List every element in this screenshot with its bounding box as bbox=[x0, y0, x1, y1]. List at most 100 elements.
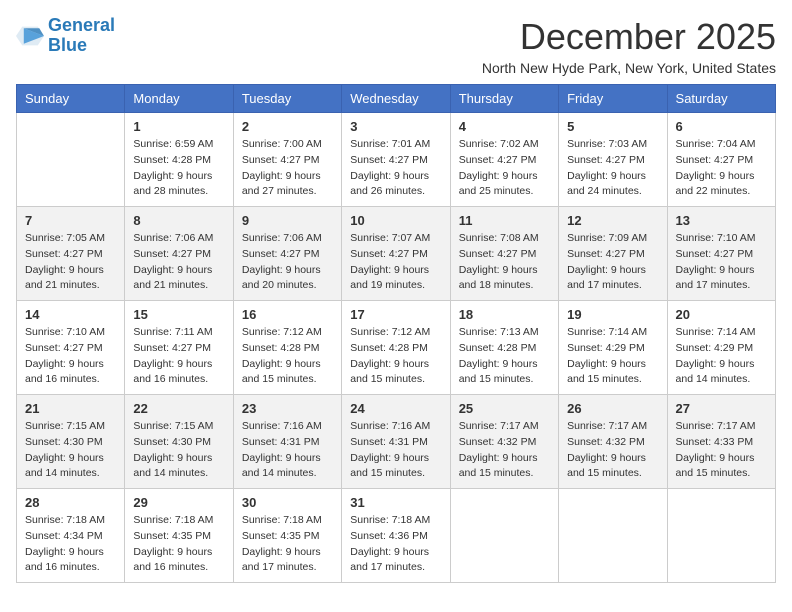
day-number: 19 bbox=[567, 307, 658, 322]
calendar-cell bbox=[667, 489, 775, 583]
day-number: 17 bbox=[350, 307, 441, 322]
calendar-cell: 3 Sunrise: 7:01 AMSunset: 4:27 PMDaylight… bbox=[342, 113, 450, 207]
day-number: 6 bbox=[676, 119, 767, 134]
title-block: December 2025 North New Hyde Park, New Y… bbox=[482, 16, 776, 76]
day-info: Sunrise: 7:04 AMSunset: 4:27 PMDaylight:… bbox=[676, 137, 767, 200]
calendar-cell: 24 Sunrise: 7:16 AMSunset: 4:31 PMDayligh… bbox=[342, 395, 450, 489]
day-info: Sunrise: 7:18 AMSunset: 4:35 PMDaylight:… bbox=[242, 513, 333, 576]
day-info: Sunrise: 7:15 AMSunset: 4:30 PMDaylight:… bbox=[25, 419, 116, 482]
day-number: 8 bbox=[133, 213, 224, 228]
calendar-cell: 5 Sunrise: 7:03 AMSunset: 4:27 PMDaylight… bbox=[559, 113, 667, 207]
calendar-table: SundayMondayTuesdayWednesdayThursdayFrid… bbox=[16, 84, 776, 583]
day-info: Sunrise: 7:17 AMSunset: 4:33 PMDaylight:… bbox=[676, 419, 767, 482]
day-number: 30 bbox=[242, 495, 333, 510]
day-info: Sunrise: 7:01 AMSunset: 4:27 PMDaylight:… bbox=[350, 137, 441, 200]
page-header: General Blue December 2025 North New Hyd… bbox=[16, 16, 776, 76]
day-info: Sunrise: 7:06 AMSunset: 4:27 PMDaylight:… bbox=[133, 231, 224, 294]
calendar-cell bbox=[450, 489, 558, 583]
day-info: Sunrise: 7:14 AMSunset: 4:29 PMDaylight:… bbox=[676, 325, 767, 388]
day-number: 26 bbox=[567, 401, 658, 416]
calendar-cell: 10Sunrise: 7:07 AMSunset: 4:27 PMDayligh… bbox=[342, 207, 450, 301]
day-number: 20 bbox=[676, 307, 767, 322]
calendar-cell: 13Sunrise: 7:10 AMSunset: 4:27 PMDayligh… bbox=[667, 207, 775, 301]
day-info: Sunrise: 7:13 AMSunset: 4:28 PMDaylight:… bbox=[459, 325, 550, 388]
weekday-header-sunday: Sunday bbox=[17, 85, 125, 113]
calendar-cell bbox=[17, 113, 125, 207]
day-number: 22 bbox=[133, 401, 224, 416]
day-number: 31 bbox=[350, 495, 441, 510]
day-info: Sunrise: 6:59 AMSunset: 4:28 PMDaylight:… bbox=[133, 137, 224, 200]
day-number: 21 bbox=[25, 401, 116, 416]
calendar-cell: 23Sunrise: 7:16 AMSunset: 4:31 PMDayligh… bbox=[233, 395, 341, 489]
calendar-cell: 26 Sunrise: 7:17 AMSunset: 4:32 PMDayligh… bbox=[559, 395, 667, 489]
month-title: December 2025 bbox=[482, 16, 776, 58]
logo-line1: General bbox=[48, 15, 115, 35]
day-info: Sunrise: 7:00 AMSunset: 4:27 PMDaylight:… bbox=[242, 137, 333, 200]
day-info: Sunrise: 7:10 AMSunset: 4:27 PMDaylight:… bbox=[25, 325, 116, 388]
day-info: Sunrise: 7:07 AMSunset: 4:27 PMDaylight:… bbox=[350, 231, 441, 294]
logo-text: General Blue bbox=[48, 16, 115, 56]
weekday-header-tuesday: Tuesday bbox=[233, 85, 341, 113]
day-number: 7 bbox=[25, 213, 116, 228]
weekday-header-wednesday: Wednesday bbox=[342, 85, 450, 113]
day-info: Sunrise: 7:16 AMSunset: 4:31 PMDaylight:… bbox=[242, 419, 333, 482]
day-info: Sunrise: 7:11 AMSunset: 4:27 PMDaylight:… bbox=[133, 325, 224, 388]
calendar-week-row: 28Sunrise: 7:18 AMSunset: 4:34 PMDayligh… bbox=[17, 489, 776, 583]
calendar-cell: 11 Sunrise: 7:08 AMSunset: 4:27 PMDayligh… bbox=[450, 207, 558, 301]
day-info: Sunrise: 7:12 AMSunset: 4:28 PMDaylight:… bbox=[350, 325, 441, 388]
day-number: 15 bbox=[133, 307, 224, 322]
day-info: Sunrise: 7:18 AMSunset: 4:36 PMDaylight:… bbox=[350, 513, 441, 576]
logo-line2: Blue bbox=[48, 35, 87, 55]
day-number: 3 bbox=[350, 119, 441, 134]
location-title: North New Hyde Park, New York, United St… bbox=[482, 60, 776, 76]
calendar-week-row: 1Sunrise: 6:59 AMSunset: 4:28 PMDaylight… bbox=[17, 113, 776, 207]
day-number: 25 bbox=[459, 401, 550, 416]
logo-icon bbox=[16, 22, 44, 50]
calendar-cell: 6 Sunrise: 7:04 AMSunset: 4:27 PMDaylight… bbox=[667, 113, 775, 207]
day-info: Sunrise: 7:16 AMSunset: 4:31 PMDaylight:… bbox=[350, 419, 441, 482]
calendar-cell: 1Sunrise: 6:59 AMSunset: 4:28 PMDaylight… bbox=[125, 113, 233, 207]
day-info: Sunrise: 7:18 AMSunset: 4:34 PMDaylight:… bbox=[25, 513, 116, 576]
day-info: Sunrise: 7:09 AMSunset: 4:27 PMDaylight:… bbox=[567, 231, 658, 294]
day-info: Sunrise: 7:17 AMSunset: 4:32 PMDaylight:… bbox=[567, 419, 658, 482]
calendar-cell: 25 Sunrise: 7:17 AMSunset: 4:32 PMDayligh… bbox=[450, 395, 558, 489]
weekday-header-saturday: Saturday bbox=[667, 85, 775, 113]
day-info: Sunrise: 7:15 AMSunset: 4:30 PMDaylight:… bbox=[133, 419, 224, 482]
day-number: 14 bbox=[25, 307, 116, 322]
day-number: 24 bbox=[350, 401, 441, 416]
day-info: Sunrise: 7:18 AMSunset: 4:35 PMDaylight:… bbox=[133, 513, 224, 576]
day-number: 16 bbox=[242, 307, 333, 322]
calendar-cell: 21 Sunrise: 7:15 AMSunset: 4:30 PMDayligh… bbox=[17, 395, 125, 489]
day-number: 18 bbox=[459, 307, 550, 322]
day-number: 5 bbox=[567, 119, 658, 134]
day-number: 11 bbox=[459, 213, 550, 228]
weekday-header-row: SundayMondayTuesdayWednesdayThursdayFrid… bbox=[17, 85, 776, 113]
day-info: Sunrise: 7:10 AMSunset: 4:27 PMDaylight:… bbox=[676, 231, 767, 294]
calendar-cell: 16 Sunrise: 7:12 AMSunset: 4:28 PMDayligh… bbox=[233, 301, 341, 395]
weekday-header-monday: Monday bbox=[125, 85, 233, 113]
logo: General Blue bbox=[16, 16, 115, 56]
calendar-cell: 9 Sunrise: 7:06 AMSunset: 4:27 PMDaylight… bbox=[233, 207, 341, 301]
day-number: 29 bbox=[133, 495, 224, 510]
calendar-week-row: 14 Sunrise: 7:10 AMSunset: 4:27 PMDayligh… bbox=[17, 301, 776, 395]
day-info: Sunrise: 7:12 AMSunset: 4:28 PMDaylight:… bbox=[242, 325, 333, 388]
calendar-cell: 27Sunrise: 7:17 AMSunset: 4:33 PMDayligh… bbox=[667, 395, 775, 489]
calendar-week-row: 21 Sunrise: 7:15 AMSunset: 4:30 PMDayligh… bbox=[17, 395, 776, 489]
weekday-header-thursday: Thursday bbox=[450, 85, 558, 113]
day-info: Sunrise: 7:03 AMSunset: 4:27 PMDaylight:… bbox=[567, 137, 658, 200]
day-info: Sunrise: 7:17 AMSunset: 4:32 PMDaylight:… bbox=[459, 419, 550, 482]
day-number: 9 bbox=[242, 213, 333, 228]
day-info: Sunrise: 7:06 AMSunset: 4:27 PMDaylight:… bbox=[242, 231, 333, 294]
day-number: 2 bbox=[242, 119, 333, 134]
day-info: Sunrise: 7:08 AMSunset: 4:27 PMDaylight:… bbox=[459, 231, 550, 294]
calendar-week-row: 7 Sunrise: 7:05 AMSunset: 4:27 PMDaylight… bbox=[17, 207, 776, 301]
calendar-cell: 19Sunrise: 7:14 AMSunset: 4:29 PMDayligh… bbox=[559, 301, 667, 395]
calendar-cell: 17 Sunrise: 7:12 AMSunset: 4:28 PMDayligh… bbox=[342, 301, 450, 395]
calendar-cell: 8 Sunrise: 7:06 AMSunset: 4:27 PMDaylight… bbox=[125, 207, 233, 301]
day-number: 12 bbox=[567, 213, 658, 228]
day-number: 4 bbox=[459, 119, 550, 134]
calendar-cell: 2 Sunrise: 7:00 AMSunset: 4:27 PMDaylight… bbox=[233, 113, 341, 207]
calendar-cell: 18 Sunrise: 7:13 AMSunset: 4:28 PMDayligh… bbox=[450, 301, 558, 395]
calendar-cell: 20 Sunrise: 7:14 AMSunset: 4:29 PMDayligh… bbox=[667, 301, 775, 395]
day-info: Sunrise: 7:05 AMSunset: 4:27 PMDaylight:… bbox=[25, 231, 116, 294]
